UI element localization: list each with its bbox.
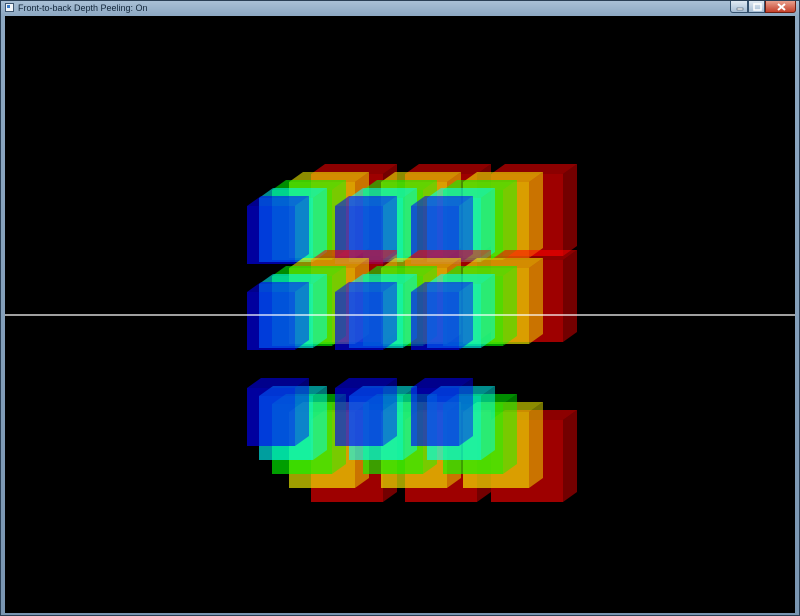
cube-r2-g1-c0 xyxy=(335,378,397,446)
close-icon xyxy=(777,3,786,11)
depth-peeling-scene[interactable] xyxy=(5,16,795,613)
application-window: Front-to-back Depth Peeling: On xyxy=(0,0,800,616)
window-title: Front-to-back Depth Peeling: On xyxy=(18,3,148,13)
minimize-button[interactable] xyxy=(730,1,748,13)
cube-r2-g2-c0 xyxy=(411,378,473,446)
minimize-icon xyxy=(736,7,744,11)
maximize-button[interactable] xyxy=(748,1,765,13)
cube-grid xyxy=(247,164,577,502)
cube-r1-g1-c0 xyxy=(335,282,397,350)
maximize-icon xyxy=(753,3,762,11)
cube-r2-g0-c0 xyxy=(247,378,309,446)
title-bar[interactable]: Front-to-back Depth Peeling: On xyxy=(1,1,799,15)
cube-r1-g0-c0 xyxy=(247,282,309,350)
application-icon[interactable] xyxy=(5,3,14,12)
render-viewport[interactable] xyxy=(5,16,795,613)
cube-r1-g2-c0 xyxy=(411,282,473,350)
cube-r0-g0-c0 xyxy=(247,196,309,264)
close-button[interactable] xyxy=(765,1,796,13)
